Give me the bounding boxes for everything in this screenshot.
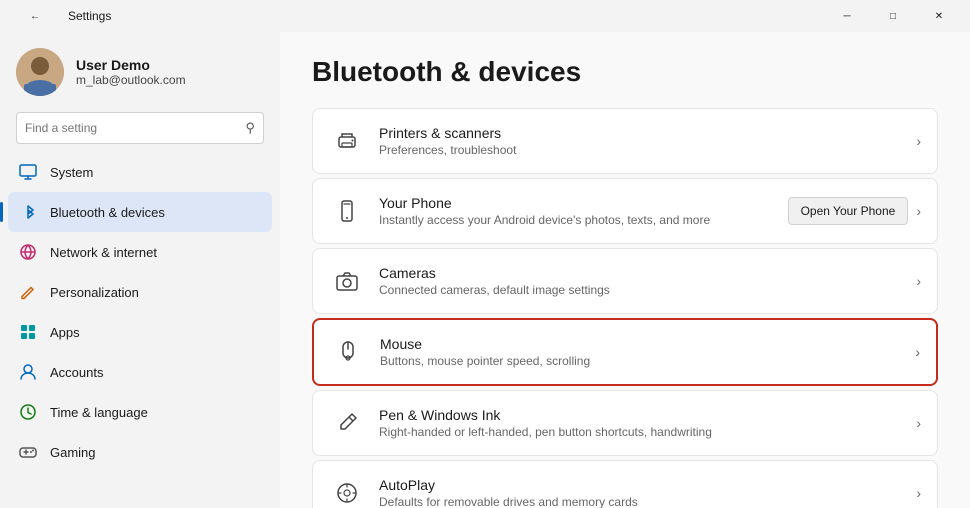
mouse-icon	[330, 334, 366, 370]
user-info: User Demo m_lab@outlook.com	[76, 57, 186, 87]
pen-text: Pen & Windows Ink Right-handed or left-h…	[379, 407, 916, 439]
sidebar-item-network[interactable]: Network & internet	[8, 232, 272, 272]
autoplay-chevron: ›	[916, 485, 921, 501]
gaming-icon	[18, 442, 38, 462]
yourphone-desc: Instantly access your Android device's p…	[379, 213, 788, 227]
autoplay-text: AutoPlay Defaults for removable drives a…	[379, 477, 916, 508]
settings-item-yourphone[interactable]: Your Phone Instantly access your Android…	[312, 178, 938, 244]
cameras-desc: Connected cameras, default image setting…	[379, 283, 916, 297]
time-icon	[18, 402, 38, 422]
user-section: User Demo m_lab@outlook.com	[0, 32, 280, 108]
close-button[interactable]: ✕	[916, 0, 962, 32]
settings-item-cameras[interactable]: Cameras Connected cameras, default image…	[312, 248, 938, 314]
settings-item-printers[interactable]: Printers & scanners Preferences, trouble…	[312, 108, 938, 174]
title-bar-left: ← Settings	[12, 0, 111, 32]
settings-item-pen[interactable]: Pen & Windows Ink Right-handed or left-h…	[312, 390, 938, 456]
pen-icon	[329, 405, 365, 441]
sidebar-item-apps[interactable]: Apps	[8, 312, 272, 352]
mouse-chevron: ›	[915, 344, 920, 360]
pen-action: ›	[916, 415, 921, 431]
bluetooth-icon	[18, 202, 38, 222]
page-title: Bluetooth & devices	[312, 56, 938, 88]
apps-label: Apps	[50, 325, 80, 340]
settings-item-autoplay[interactable]: AutoPlay Defaults for removable drives a…	[312, 460, 938, 508]
minimize-button[interactable]: ─	[824, 0, 870, 32]
sidebar: User Demo m_lab@outlook.com ⚲ System	[0, 32, 280, 508]
cameras-icon	[329, 263, 365, 299]
pen-desc: Right-handed or left-handed, pen button …	[379, 425, 916, 439]
time-label: Time & language	[50, 405, 148, 420]
user-name: User Demo	[76, 57, 186, 73]
mouse-title: Mouse	[380, 336, 915, 352]
printers-action: ›	[916, 133, 921, 149]
system-label: System	[50, 165, 93, 180]
yourphone-text: Your Phone Instantly access your Android…	[379, 195, 788, 227]
search-box[interactable]: ⚲	[16, 112, 264, 144]
settings-list: Printers & scanners Preferences, trouble…	[312, 108, 938, 508]
printers-icon	[329, 123, 365, 159]
search-icon[interactable]: ⚲	[245, 120, 255, 136]
accounts-icon	[18, 362, 38, 382]
window-title: Settings	[68, 9, 111, 23]
autoplay-desc: Defaults for removable drives and memory…	[379, 495, 916, 508]
pen-chevron: ›	[916, 415, 921, 431]
personalization-label: Personalization	[50, 285, 139, 300]
sidebar-item-accounts[interactable]: Accounts	[8, 352, 272, 392]
sidebar-item-gaming[interactable]: Gaming	[8, 432, 272, 472]
personalization-icon	[18, 282, 38, 302]
autoplay-icon	[329, 475, 365, 508]
title-bar-controls: ─ □ ✕	[824, 0, 962, 32]
cameras-text: Cameras Connected cameras, default image…	[379, 265, 916, 297]
bluetooth-label: Bluetooth & devices	[50, 205, 165, 220]
printers-text: Printers & scanners Preferences, trouble…	[379, 125, 916, 157]
search-input[interactable]	[25, 121, 245, 135]
sidebar-item-personalization[interactable]: Personalization	[8, 272, 272, 312]
yourphone-icon	[329, 193, 365, 229]
yourphone-action: Open Your Phone ›	[788, 197, 921, 225]
sidebar-item-system[interactable]: System	[8, 152, 272, 192]
gaming-label: Gaming	[50, 445, 96, 460]
printers-chevron: ›	[916, 133, 921, 149]
cameras-title: Cameras	[379, 265, 916, 281]
autoplay-action: ›	[916, 485, 921, 501]
open-your-phone-button[interactable]: Open Your Phone	[788, 197, 909, 225]
yourphone-chevron: ›	[916, 203, 921, 219]
avatar	[16, 48, 64, 96]
settings-item-mouse[interactable]: Mouse Buttons, mouse pointer speed, scro…	[312, 318, 938, 386]
autoplay-title: AutoPlay	[379, 477, 916, 493]
accounts-label: Accounts	[50, 365, 103, 380]
mouse-action: ›	[915, 344, 920, 360]
mouse-text: Mouse Buttons, mouse pointer speed, scro…	[380, 336, 915, 368]
sidebar-item-time[interactable]: Time & language	[8, 392, 272, 432]
system-icon	[18, 162, 38, 182]
main-layout: User Demo m_lab@outlook.com ⚲ System	[0, 32, 970, 508]
printers-desc: Preferences, troubleshoot	[379, 143, 916, 157]
network-icon	[18, 242, 38, 262]
pen-title: Pen & Windows Ink	[379, 407, 916, 423]
user-email: m_lab@outlook.com	[76, 73, 186, 87]
network-label: Network & internet	[50, 245, 157, 260]
sidebar-item-bluetooth[interactable]: Bluetooth & devices	[8, 192, 272, 232]
back-button[interactable]: ←	[12, 0, 58, 32]
nav-list: System Bluetooth & devices	[0, 152, 280, 500]
printers-title: Printers & scanners	[379, 125, 916, 141]
cameras-action: ›	[916, 273, 921, 289]
cameras-chevron: ›	[916, 273, 921, 289]
apps-icon	[18, 322, 38, 342]
maximize-button[interactable]: □	[870, 0, 916, 32]
mouse-desc: Buttons, mouse pointer speed, scrolling	[380, 354, 915, 368]
content-area: Bluetooth & devices Printers & scanners …	[280, 32, 970, 508]
title-bar: ← Settings ─ □ ✕	[0, 0, 970, 32]
yourphone-title: Your Phone	[379, 195, 788, 211]
